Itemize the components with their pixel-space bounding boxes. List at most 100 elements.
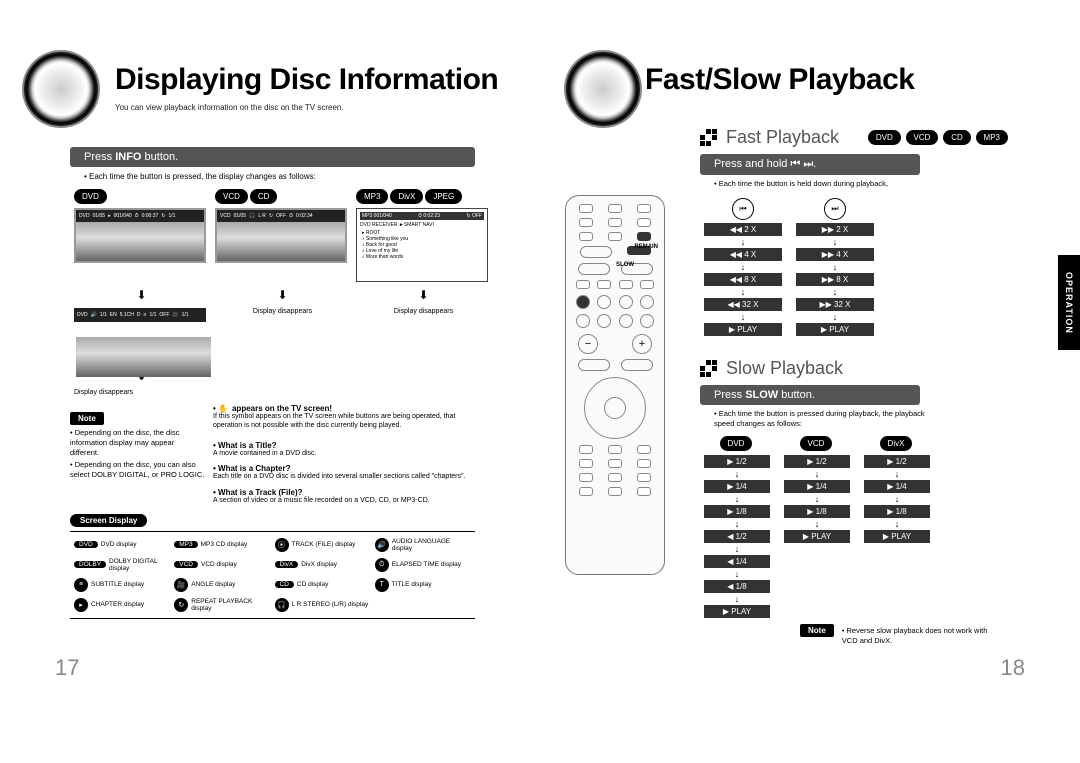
speed-step: ▶▶ 32 X	[796, 298, 874, 311]
legend-item: ⏱ELAPSED TIME display	[375, 558, 471, 572]
speed-step: ▶▶ 8 X	[796, 273, 874, 286]
legend-item: ≡SUBTITLE display	[74, 578, 170, 592]
note-line-1: • Depending on the disc, the disc inform…	[70, 428, 205, 457]
speed-step: ◀◀ 2 X	[704, 223, 782, 236]
speed-step: ◀◀ 8 X	[704, 273, 782, 286]
remote-remain-label: REMAIN	[634, 244, 658, 250]
legend-item: ⦿TRACK (FILE) display	[275, 538, 371, 552]
speed-step: ▶ 1/8	[784, 505, 850, 518]
fast-heading: Fast Playback	[726, 127, 839, 148]
def-track-body: A section of video or a music file recor…	[213, 497, 473, 506]
legend-item: 🎧L R STEREO (L/R) display	[275, 598, 371, 612]
speaker-bullet-icon	[22, 50, 100, 128]
display-disappears-vcd: Display disappears	[215, 308, 350, 363]
down-arrow-icon: ⬇	[74, 288, 209, 302]
page-17: Displaying Disc Information You can view…	[0, 0, 540, 763]
down-arrow-icon: ↓	[864, 469, 930, 479]
down-arrow-icon: ↓	[704, 494, 770, 504]
fast-instr-bar: Press and hold ⏮ ⏭.	[700, 154, 920, 175]
down-arrow-icon: ↓	[796, 262, 874, 272]
slow-speed-diagram: DVD▶ 1/2↓▶ 1/4↓▶ 1/8↓◀ 1/2↓◀ 1/4↓◀ 1/8↓▶…	[704, 436, 1010, 618]
down-arrow-icon: ↓	[796, 287, 874, 297]
down-arrow-icon: ↓	[704, 237, 782, 247]
page-18: Fast/Slow Playback OPERATION REMAIN SLOW…	[540, 0, 1080, 763]
slow-note-tag: Note	[800, 624, 834, 637]
page-title-left: Displaying Disc Information	[115, 63, 510, 97]
down-arrow-icon: ↓	[704, 469, 770, 479]
speed-step: ▶ PLAY	[864, 530, 930, 543]
speed-step: ▶ 1/2	[704, 455, 770, 468]
speaker-bullet-icon	[564, 50, 642, 128]
operation-side-tab: OPERATION	[1058, 255, 1080, 350]
fast-instr-sub: • Each time the button is held down duri…	[714, 179, 934, 188]
hand-symbol-body: If this symbol appears on the TV screen …	[213, 413, 463, 431]
down-arrow-icon: ↓	[704, 312, 782, 322]
pill-vcd: VCD	[215, 189, 248, 204]
down-arrow-icon: ↓	[704, 594, 770, 604]
speed-step: ◀ 1/4	[704, 555, 770, 568]
legend-item: ▸CHAPTER display	[74, 598, 170, 612]
speed-step: ▶ 1/2	[864, 455, 930, 468]
info-osd-grid: DVD VCDCD MP3DivXJPEG DVD01/05▸001/040⏱0…	[74, 189, 510, 396]
down-arrow-icon: ⬇	[215, 288, 350, 302]
slow-col: VCD▶ 1/2↓▶ 1/4↓▶ 1/8↓▶ PLAY	[784, 436, 850, 618]
speed-step: ▶ PLAY	[704, 323, 782, 336]
speed-step: ▶ 1/8	[704, 505, 770, 518]
down-arrow-icon: ↓	[796, 237, 874, 247]
section-bullet-icon	[700, 360, 718, 378]
fast-pill: DVD	[868, 130, 901, 145]
instr-post: button.	[141, 151, 178, 163]
down-arrow-icon: ↓	[784, 494, 850, 504]
slow-instr-sub: • Each time the button is pressed during…	[714, 409, 934, 428]
remote-slow-label: SLOW	[616, 262, 634, 268]
speed-step: ▶ 1/4	[864, 480, 930, 493]
down-arrow-icon: ↓	[864, 494, 930, 504]
fast-pill: MP3	[976, 130, 1008, 145]
legend-item: ↻REPEAT PLAYBACK display	[174, 598, 270, 612]
page-subtitle-left: You can view playback information on the…	[115, 103, 510, 112]
prev-track-icon: ⏮	[732, 198, 754, 220]
info-instruction-bar: Press INFO button.	[70, 147, 475, 167]
screen-display-header: Screen Display	[70, 514, 147, 527]
page-number-17: 17	[55, 655, 79, 681]
pill-jpeg: JPEG	[425, 189, 462, 204]
dvd-osd-2: DVD🔊1/1EN5.1CHD≡1/1OFF🎥1/1	[74, 308, 206, 322]
down-arrow-icon: ↓	[704, 262, 782, 272]
down-arrow-icon: ↓	[704, 569, 770, 579]
legend-item: TTITLE display	[375, 578, 471, 592]
legend-item: CDCD display	[275, 578, 371, 592]
speed-step: ▶ 1/8	[864, 505, 930, 518]
pill-cd: CD	[250, 189, 278, 204]
dvd-osd-2-wrap: DVD🔊1/1EN5.1CHD≡1/1OFF🎥1/1	[74, 308, 209, 363]
screen-display-legend: DVDDVD display MP3MP3 CD display ⦿TRACK (F…	[70, 531, 475, 619]
mp3-osd: MP3 001/040⏱ 0:02:23↻ OFF DVD RECEIVER ►…	[356, 208, 488, 282]
legend-item: VCDVCD display	[174, 558, 270, 572]
slow-col-pill: VCD	[800, 436, 833, 451]
fast-pill: VCD	[906, 130, 939, 145]
legend-item: MP3MP3 CD display	[174, 538, 270, 552]
def-title-head: • What is a Title?	[213, 441, 473, 450]
speed-step: ◀◀ 32 X	[704, 298, 782, 311]
def-title-body: A movie contained in a DVD disc.	[213, 450, 473, 459]
legend-item: DOLBYDOLBY DIGITAL display	[74, 558, 170, 572]
legend-item: DVDDVD display	[74, 538, 170, 552]
fast-playback-header: Fast Playback DVD VCD CD MP3	[700, 127, 1010, 148]
fast-fwd-col: ⏭ ▶▶ 2 X↓▶▶ 4 X↓▶▶ 8 X↓▶▶ 32 X↓▶ PLAY	[796, 198, 874, 336]
pill-mp3: MP3	[356, 189, 388, 204]
fast-pill: CD	[943, 130, 971, 145]
slow-instr-bar: Press SLOW button.	[700, 385, 920, 405]
speed-step: ◀◀ 4 X	[704, 248, 782, 261]
page-number-18: 18	[1001, 655, 1025, 681]
speed-step: ▶ 1/4	[784, 480, 850, 493]
speed-step: ▶ PLAY	[796, 323, 874, 336]
display-disappears-dvd: Display disappears	[74, 389, 209, 396]
dvd-osd-1: DVD01/05▸001/040⏱0:00:37↻1/1	[74, 208, 206, 263]
down-arrow-icon: ↓	[784, 519, 850, 529]
pill-dvd: DVD	[74, 189, 107, 204]
speed-step: ▶▶ 4 X	[796, 248, 874, 261]
section-bullet-icon	[700, 129, 718, 147]
pill-divx: DivX	[390, 189, 423, 204]
slow-col-pill: DVD	[720, 436, 753, 451]
down-arrow-icon: ↓	[704, 287, 782, 297]
hand-symbol-header: • ✋ appears on the TV screen!	[213, 404, 483, 413]
